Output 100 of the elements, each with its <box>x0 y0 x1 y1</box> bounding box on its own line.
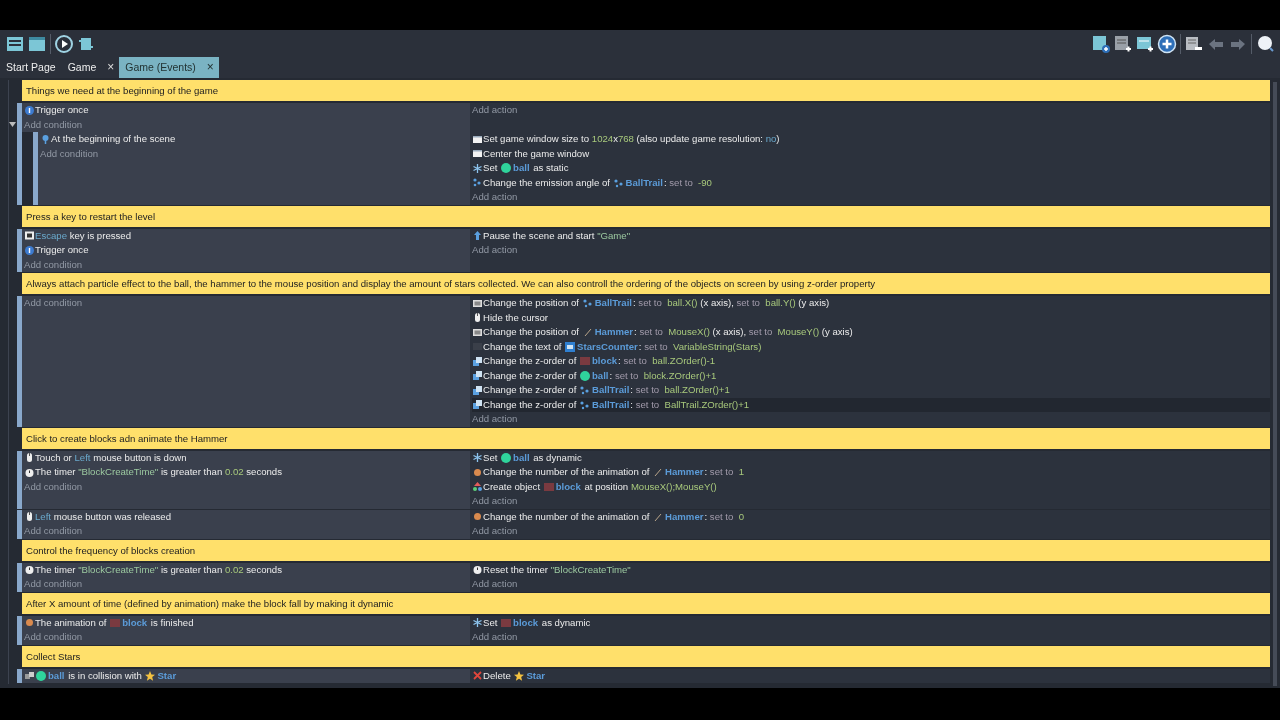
add-condition-link[interactable]: Add condition <box>24 577 470 592</box>
event-handle[interactable] <box>17 228 22 272</box>
value-text: ball.ZOrder()-1 <box>651 354 716 368</box>
action-text: (x axis), <box>699 296 735 310</box>
add-icon[interactable] <box>1157 33 1177 54</box>
tab[interactable]: Start Page <box>0 57 62 78</box>
action-text: Set game window size to <box>483 132 591 146</box>
action-text: : <box>638 339 643 354</box>
option-value: Left <box>35 509 51 524</box>
add-condition-link[interactable]: Add condition <box>24 257 470 272</box>
action-text: Change the position of <box>483 296 580 310</box>
action-text: Change the z-order of <box>483 397 578 412</box>
string-value: "BlockCreateTime" <box>78 465 159 479</box>
add-action-link[interactable]: Add action <box>472 630 1270 645</box>
add-condition-link[interactable]: Add condition <box>24 117 470 132</box>
add-action-link[interactable]: Add action <box>472 243 1270 258</box>
add-action-link[interactable]: Add action <box>472 524 1270 539</box>
value-text: 1 <box>737 465 744 479</box>
action-text: Change the number of the animation of <box>483 509 651 524</box>
object-name: Hammer <box>594 325 634 339</box>
condition-text: seconds <box>245 465 282 479</box>
condition-text: seconds <box>245 562 282 577</box>
search-icon[interactable] <box>1255 33 1275 54</box>
event-handle[interactable] <box>17 668 22 683</box>
event-handle[interactable] <box>17 562 22 592</box>
condition-text: At the beginning of the scene <box>51 132 176 146</box>
event-handle[interactable] <box>17 296 22 427</box>
action-text: (also update game resolution: <box>635 132 764 146</box>
comment: Collect Stars <box>22 645 1270 667</box>
parameter-text: set to <box>639 325 664 339</box>
add-action-link[interactable]: Add action <box>472 190 1270 205</box>
scrollbar[interactable] <box>1273 82 1277 686</box>
snowflake-icon <box>472 617 483 629</box>
star-icon <box>144 669 157 682</box>
action-text: : <box>609 368 614 383</box>
value-text: ball.Y() <box>764 296 796 310</box>
add-action-link[interactable]: Add action <box>472 577 1270 592</box>
layers-icon <box>472 384 483 396</box>
condition-text: Trigger once <box>35 243 89 257</box>
tab-close-button[interactable]: × <box>102 57 120 78</box>
comment: Control the frequency of blocks creation <box>22 539 1270 561</box>
add-event-icon[interactable] <box>1091 33 1111 54</box>
tab[interactable]: Game <box>61 57 103 78</box>
value-text: -90 <box>697 175 712 190</box>
string-value: "Game" <box>597 228 631 243</box>
position-icon <box>472 326 483 338</box>
string-value: "BlockCreateTime" <box>78 562 159 577</box>
event-handle[interactable] <box>17 615 22 645</box>
block-icon <box>579 355 591 368</box>
comment: Always attach particle effect to the ball, the hammer to the mouse position and display the amount of stars collected. We can also controll the ordering of the objects on screen by using z-order property <box>22 273 1270 294</box>
parameter-text: set to <box>709 465 735 479</box>
add-condition-link[interactable]: Add condition <box>24 296 470 311</box>
event-handle[interactable] <box>17 509 22 539</box>
object-name: StarsCounter <box>577 339 638 354</box>
comment: Click to create blocks adn animate the Hammer <box>22 427 1270 449</box>
value-text: ball.X() <box>666 296 698 310</box>
event-handle[interactable] <box>17 103 22 205</box>
event-handle[interactable] <box>17 450 22 509</box>
action-text: Change the position of <box>483 325 580 339</box>
snowflake-icon <box>472 162 483 174</box>
event-handle[interactable] <box>33 132 38 205</box>
add-condition-link[interactable]: Add condition <box>24 630 470 645</box>
add-condition-link[interactable]: Add condition <box>24 524 470 539</box>
action-text: Change the emission angle of <box>483 175 611 190</box>
object-name: Hammer <box>665 509 704 524</box>
condition-text: Touch or <box>35 450 73 465</box>
option-value: Left <box>74 450 91 465</box>
snowflake-icon <box>472 452 483 464</box>
tab[interactable]: Game (Events) <box>119 57 202 78</box>
action-text: Set <box>483 615 499 630</box>
condition-text: is greater than <box>159 562 224 577</box>
action-text: Delete <box>483 668 512 683</box>
add-subevent-icon[interactable] <box>1113 33 1133 54</box>
particles-icon <box>579 384 591 397</box>
particles-icon <box>581 297 594 310</box>
timer-icon <box>24 466 35 478</box>
play-icon[interactable] <box>54 33 74 54</box>
add-condition-link[interactable]: Add condition <box>24 479 470 494</box>
add-action-link[interactable]: Add action <box>472 494 1270 509</box>
action-text: Reset the timer <box>483 562 550 577</box>
action-text: : <box>618 354 622 368</box>
action-text: : <box>663 175 668 190</box>
object-name: BallTrail <box>625 175 663 190</box>
window-icon <box>472 148 483 160</box>
action-text: : <box>630 397 634 412</box>
action-text: : <box>704 509 709 524</box>
timer-icon <box>24 564 35 576</box>
comment: Press a key to restart the level <box>22 205 1270 227</box>
add-condition-link[interactable]: Add condition <box>40 146 470 161</box>
add-action-link[interactable]: Add action <box>472 412 1270 427</box>
collapse-arrow-icon[interactable] <box>9 121 16 127</box>
collision-icon <box>24 670 35 682</box>
comment: After X amount of time (defined by animation) make the block fall by making it dynamic <box>22 592 1270 614</box>
layers-icon <box>472 370 483 382</box>
animation-icon <box>472 466 483 478</box>
value-text: 768 <box>617 132 634 146</box>
animation-icon <box>24 617 35 629</box>
action-text: Change the number of the animation of <box>483 465 651 479</box>
condition-text: mouse button is down <box>92 450 187 465</box>
ball-icon <box>500 162 513 175</box>
